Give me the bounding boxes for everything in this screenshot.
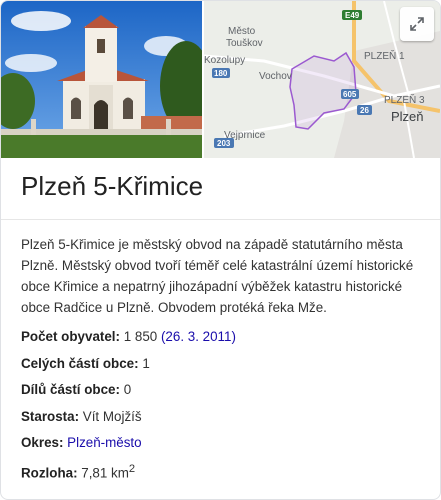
population-value: 1 850	[123, 329, 158, 344]
svg-text:180: 180	[214, 69, 228, 78]
fact-mayor: Starosta: Vít Mojžíš	[21, 406, 421, 433]
media-strip: E49 180 605 26 203 Město Touškov Kozolup…	[1, 1, 440, 158]
svg-text:E49: E49	[345, 11, 360, 20]
pieces-label: Dílů částí obce:	[21, 382, 120, 397]
map-label-vejprnice: Vejprnice	[224, 130, 266, 141]
svg-text:605: 605	[343, 90, 357, 99]
fact-population: Počet obyvatel: 1 850 (26. 3. 2011)	[21, 326, 421, 353]
church-photo[interactable]	[1, 1, 202, 158]
mayor-label: Starosta:	[21, 408, 80, 424]
road-shield-26: 26	[357, 105, 372, 115]
area-value: 7,81 km	[81, 464, 129, 480]
parts-label: Celých částí obce:	[21, 355, 139, 371]
expand-arrows-icon	[410, 17, 424, 31]
map-label-mesto: Město	[228, 26, 256, 37]
road-shield-180: 180	[212, 68, 230, 78]
fact-district: Okres: Plzeň-město	[21, 432, 421, 459]
map-label-touskov: Touškov	[226, 38, 263, 49]
knowledge-panel-card: E49 180 605 26 203 Město Touškov Kozolup…	[0, 0, 441, 500]
fact-area: Rozloha: 7,81 km2	[21, 459, 421, 486]
church-image	[1, 1, 202, 158]
road-shield-605: 605	[341, 89, 359, 99]
svg-text:26: 26	[360, 106, 369, 115]
area-unit-exponent: 2	[128, 462, 136, 475]
map-label-plzen: Plzeň	[391, 109, 424, 124]
map-label-vochov: Vochov	[259, 71, 292, 82]
map-thumbnail[interactable]: E49 180 605 26 203 Město Touškov Kozolup…	[204, 1, 440, 158]
district-label: Okres:	[21, 435, 64, 450]
pieces-value: 0	[123, 382, 132, 397]
map-label-kozolupy: Kozolupy	[204, 55, 245, 66]
expand-map-button[interactable]	[400, 7, 434, 41]
parts-value: 1	[142, 355, 150, 371]
map-label-plzen3: PLZEŇ 3	[384, 93, 425, 106]
area-label: Rozloha:	[21, 464, 78, 480]
fact-parts: Celých částí obce: 1	[21, 353, 421, 380]
population-label: Počet obyvatel:	[21, 329, 120, 344]
page-title: Plzeň 5-Křimice	[21, 171, 204, 201]
population-date-link[interactable]: (26. 3. 2011)	[161, 329, 236, 344]
facts-list: Počet obyvatel: 1 850 (26. 3. 2011) Celý…	[21, 326, 421, 485]
description: Plzeň 5-Křimice je městský obvod na zápa…	[21, 237, 414, 315]
divider	[1, 219, 440, 220]
road-shield-e49: E49	[342, 10, 362, 20]
mayor-value: Vít Mojžíš	[82, 408, 142, 424]
map-label-plzen1: PLZEŇ 1	[364, 49, 405, 62]
fact-pieces: Dílů částí obce: 0	[21, 379, 421, 406]
district-link[interactable]: Plzeň-město	[67, 435, 141, 450]
